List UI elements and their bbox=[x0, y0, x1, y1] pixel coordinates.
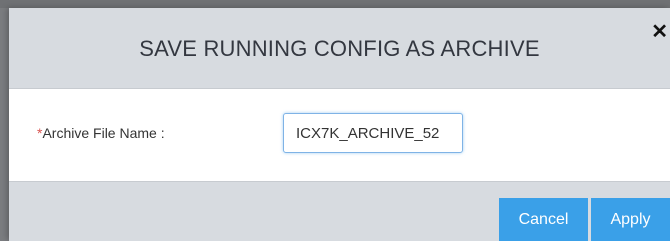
dialog-footer: Cancel Apply bbox=[9, 181, 670, 241]
dialog-body: *Archive File Name : bbox=[9, 89, 670, 181]
archive-file-name-input[interactable] bbox=[283, 113, 463, 153]
close-icon[interactable]: ✕ bbox=[651, 22, 668, 42]
save-config-dialog: SAVE RUNNING CONFIG AS ARCHIVE ✕ *Archiv… bbox=[9, 8, 670, 241]
apply-button[interactable]: Apply bbox=[591, 198, 670, 241]
archive-file-name-label: *Archive File Name : bbox=[37, 125, 165, 141]
cancel-button[interactable]: Cancel bbox=[499, 198, 588, 241]
archive-file-name-label-text: Archive File Name : bbox=[42, 125, 165, 141]
page-backdrop bbox=[0, 0, 670, 8]
dialog-title: SAVE RUNNING CONFIG AS ARCHIVE bbox=[139, 36, 540, 61]
dialog-header: SAVE RUNNING CONFIG AS ARCHIVE ✕ bbox=[9, 8, 670, 89]
